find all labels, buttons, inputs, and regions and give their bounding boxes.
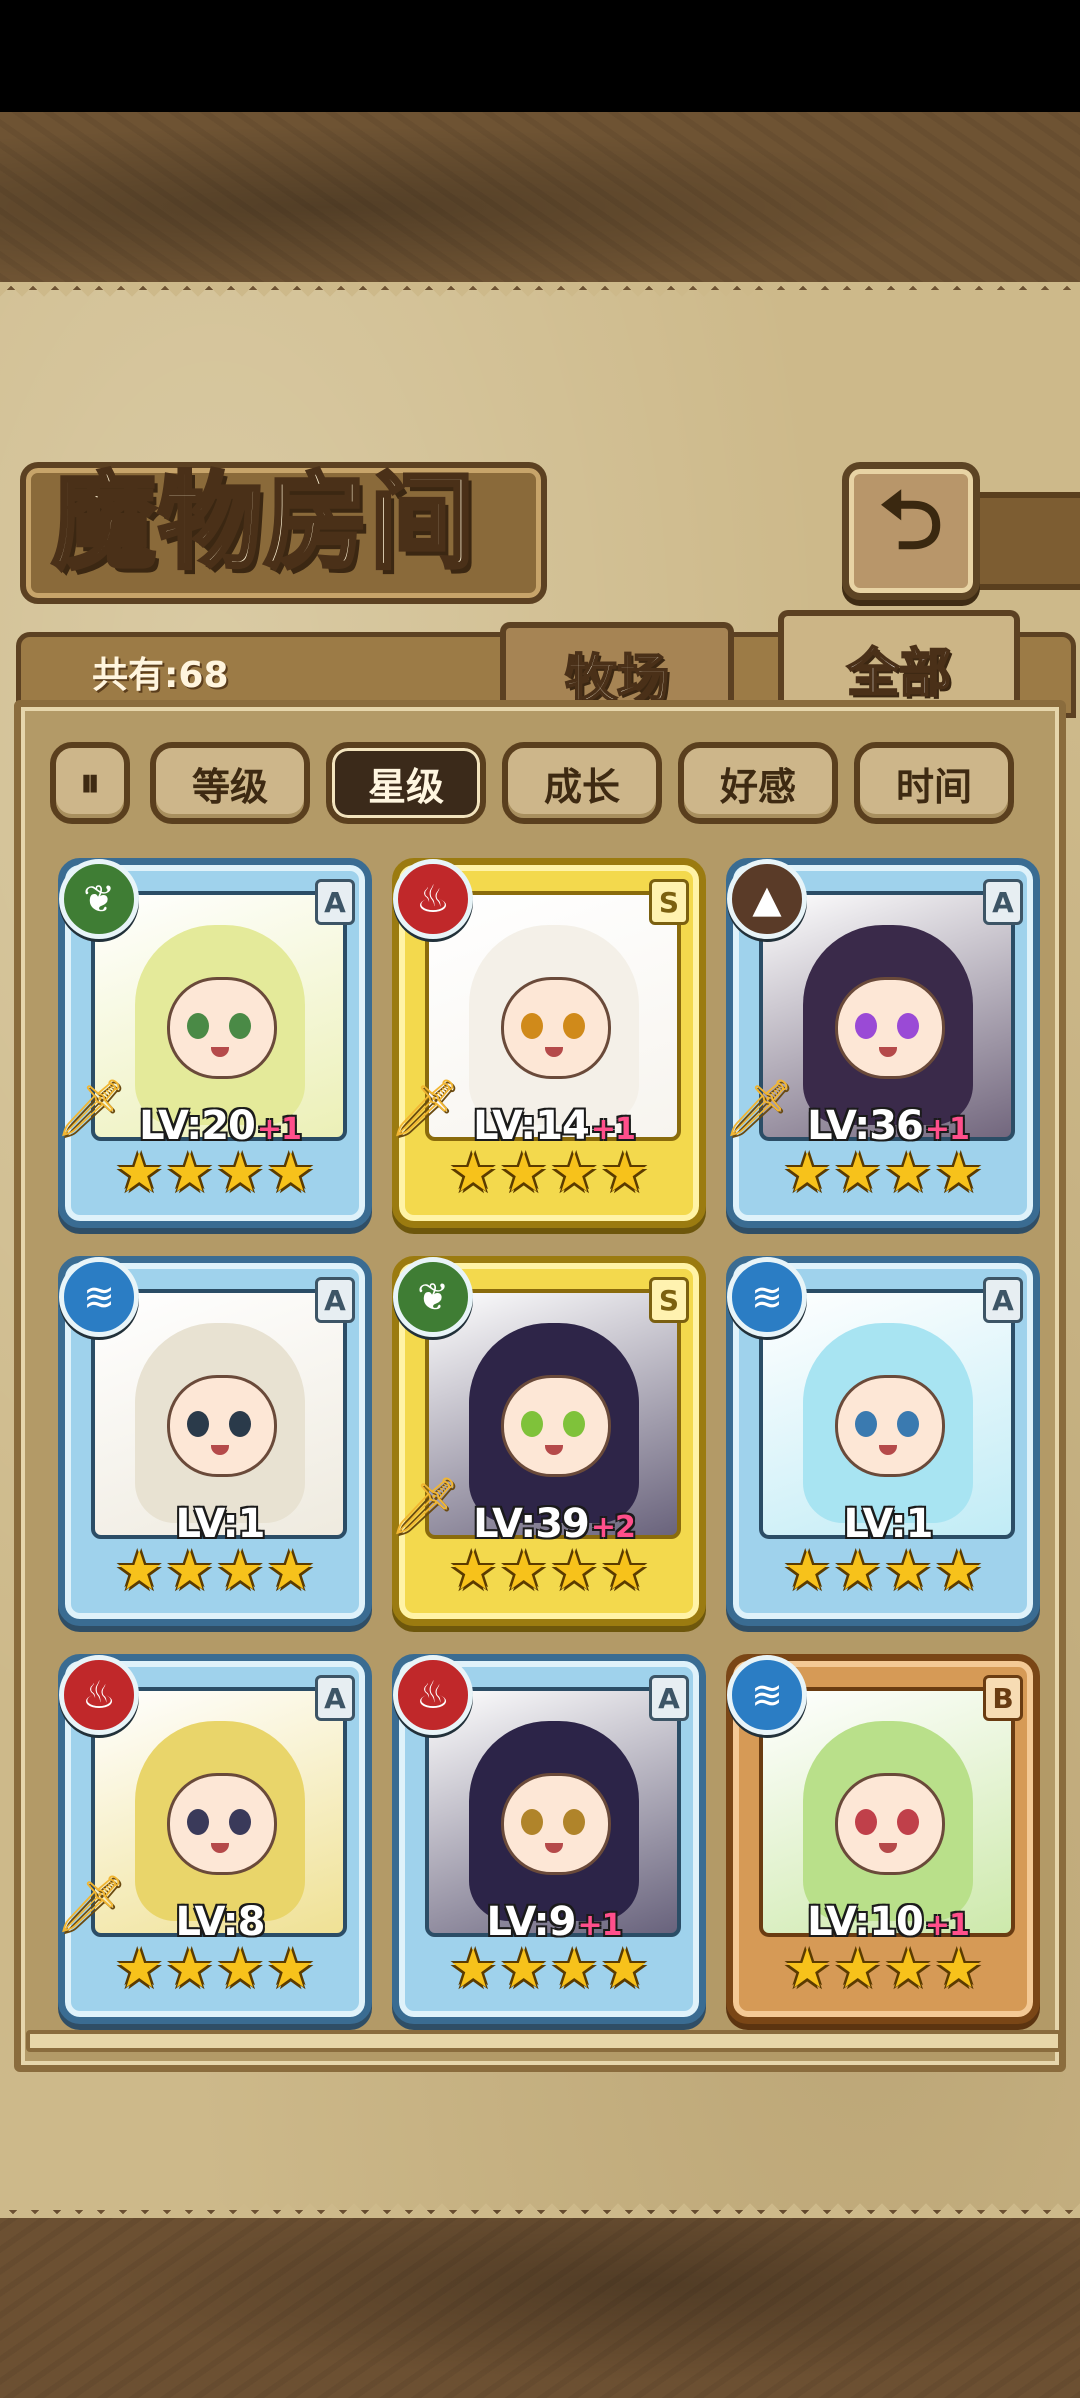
monster-card[interactable]: ❦ S 🗡 LV:39+2 ★ ★ ★ ★ [389,1256,706,1626]
rank-badge: A [315,1675,355,1721]
star-icon: ★ [884,1937,933,2000]
star-rating: ★ ★ ★ ★ [115,1937,315,2001]
sword-icon: 🗡 [389,1076,461,1141]
water-element-icon: ≋ [727,1257,807,1337]
star-icon: ★ [783,1539,832,1602]
rank-badge: A [983,879,1023,925]
back-button-rail [966,492,1080,590]
sort-affection-button[interactable]: 好感 [678,742,838,824]
star-icon: ★ [216,1141,265,1204]
star-icon: ★ [499,1937,548,2000]
monster-count: 共有:68 [92,655,229,696]
sword-icon: 🗡 [55,1076,127,1141]
map-footer-strip [0,2210,1080,2398]
star-icon: ★ [165,1141,214,1204]
star-icon: ★ [600,1937,649,2000]
sword-icon: 🗡 [723,1076,795,1141]
monster-card[interactable]: ▲ A 🗡 LV:36+1 ★ ★ ★ ★ [723,858,1040,1228]
status-bar [0,0,1080,112]
star-icon: ★ [550,1141,599,1204]
star-icon: ★ [165,1539,214,1602]
star-icon: ★ [449,1141,498,1204]
star-icon: ★ [499,1539,548,1602]
monster-card[interactable]: ≋ B LV:10+1 ★ ★ ★ ★ [726,1654,1040,2024]
star-icon: ★ [833,1539,882,1602]
star-icon: ★ [783,1937,832,2000]
earth-element-icon: ▲ [727,859,807,939]
fire-element-icon: ♨ [393,1655,473,1735]
star-icon: ★ [216,1539,265,1602]
sword-icon: 🗡 [55,1872,127,1937]
star-icon: ★ [266,1141,315,1204]
star-icon: ★ [266,1937,315,2000]
star-icon: ★ [783,1141,832,1204]
sort-growth-button[interactable]: 成长 [502,742,662,824]
star-icon: ★ [600,1141,649,1204]
star-icon: ★ [115,1539,164,1602]
torn-edge-top [0,282,1080,304]
star-rating: ★ ★ ★ ★ [115,1141,315,1205]
star-icon: ★ [884,1539,933,1602]
grass-element-icon: ❦ [59,859,139,939]
water-element-icon: ≋ [727,1655,807,1735]
back-button[interactable]: ⮌ [842,462,980,600]
star-icon: ★ [115,1937,164,2000]
star-icon: ★ [266,1539,315,1602]
water-element-icon: ≋ [59,1257,139,1337]
rank-badge: S [649,879,689,925]
panel-bottom-rail [26,2030,1062,2052]
monster-card[interactable]: ≋ A LV:1 ★ ★ ★ ★ [58,1256,372,1626]
monster-card[interactable]: ≋ A LV:1 ★ ★ ★ ★ [726,1256,1040,1626]
star-icon: ★ [216,1937,265,2000]
star-icon: ★ [884,1141,933,1204]
map-header-strip [0,112,1080,302]
star-icon: ★ [550,1937,599,2000]
rank-badge: A [315,879,355,925]
star-icon: ★ [934,1141,983,1204]
monster-card[interactable]: ♨ A LV:9+1 ★ ★ ★ ★ [392,1654,706,2024]
star-icon: ★ [833,1937,882,2000]
back-arrow-icon: ⮌ [878,474,944,567]
star-icon: ★ [600,1539,649,1602]
sort-order-icon: ⏸ [80,760,100,806]
sword-icon: 🗡 [389,1474,461,1539]
sort-time-button[interactable]: 时间 [854,742,1014,824]
star-rating: ★ ★ ★ ★ [449,1141,649,1205]
star-icon: ★ [449,1539,498,1602]
star-icon: ★ [833,1141,882,1204]
rank-badge: B [983,1675,1023,1721]
rank-badge: S [649,1277,689,1323]
star-icon: ★ [165,1937,214,2000]
rank-badge: A [983,1277,1023,1323]
torn-edge-bottom [0,2196,1080,2218]
sort-order-toggle[interactable]: ⏸ [50,742,130,824]
star-icon: ★ [499,1141,548,1204]
star-rating: ★ ★ ★ ★ [449,1937,649,2001]
star-icon: ★ [934,1937,983,2000]
grass-element-icon: ❦ [393,1257,473,1337]
star-icon: ★ [449,1937,498,2000]
star-rating: ★ ★ ★ ★ [783,1141,983,1205]
rank-badge: A [649,1675,689,1721]
sort-star-button[interactable]: 星级 [326,742,486,824]
star-icon: ★ [934,1539,983,1602]
star-icon: ★ [550,1539,599,1602]
sort-level-button[interactable]: 等级 [150,742,310,824]
star-rating: ★ ★ ★ ★ [115,1539,315,1603]
star-rating: ★ ★ ★ ★ [449,1539,649,1603]
monster-card[interactable]: ♨ A 🗡 LV:8 ★ ★ ★ ★ [55,1654,372,2024]
fire-element-icon: ♨ [393,859,473,939]
star-icon: ★ [115,1141,164,1204]
fire-element-icon: ♨ [59,1655,139,1735]
monster-card[interactable]: ❦ A 🗡 LV:20+1 ★ ★ ★ ★ [55,858,372,1228]
rank-badge: A [315,1277,355,1323]
star-rating: ★ ★ ★ ★ [783,1937,983,2001]
page-title: 魔物房间 [50,458,477,585]
monster-card[interactable]: ♨ S 🗡 LV:14+1 ★ ★ ★ ★ [389,858,706,1228]
star-rating: ★ ★ ★ ★ [783,1539,983,1603]
